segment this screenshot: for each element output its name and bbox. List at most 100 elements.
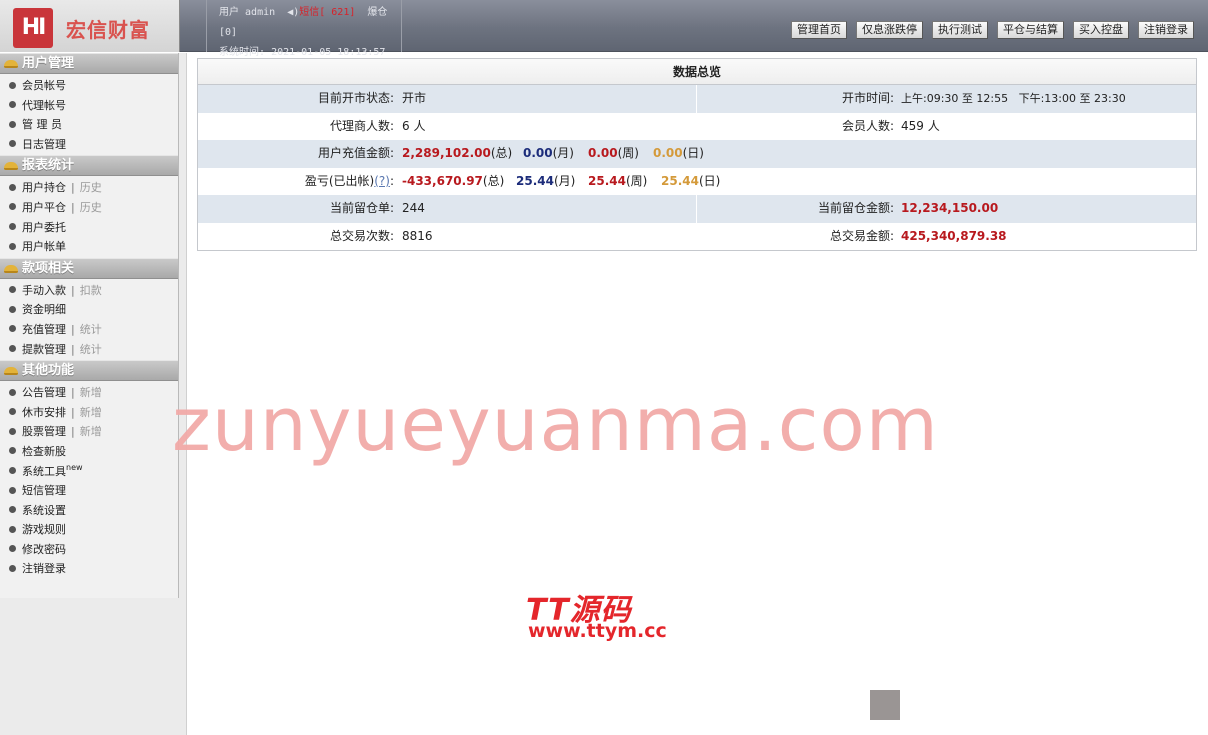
- sms-link[interactable]: 短信[ 621]: [299, 7, 355, 18]
- sidebar-sub-link[interactable]: 历史: [80, 181, 102, 194]
- user-info-panel: 用户 admin ◀)短信[ 621] 爆仓 [0] 系统时间: 2021-01…: [206, 0, 402, 58]
- panel-title: 数据总览: [198, 59, 1196, 85]
- bullet-icon: [9, 325, 16, 333]
- sidebar-nav-item[interactable]: 资金明细: [0, 300, 178, 320]
- sidebar-nav-item[interactable]: 提款管理 | 统计: [0, 340, 178, 360]
- sidebar-nav-item[interactable]: 公告管理 | 新增: [0, 383, 178, 403]
- sidebar: 用户管理 会员帐号 代理帐号管 理 员日志管理 报表统计 用户持仓 | 历史 用户平仓 | 历史用…: [0, 53, 187, 735]
- sidebar-item-label[interactable]: 用户帐单: [22, 240, 66, 253]
- sidebar-nav-item[interactable]: 日志管理: [0, 135, 178, 155]
- sidebar-nav-item[interactable]: 手动入款 | 扣款: [0, 281, 178, 301]
- top-toolbar: 管理首页 仅息涨跌停 执行测试 平仓与结算 买入控盘 注销登录: [791, 21, 1194, 39]
- sidebar-nav-item[interactable]: 游戏规则: [0, 520, 178, 540]
- bullet-icon: [9, 545, 16, 553]
- sidebar-item-label[interactable]: 休市安排: [22, 406, 66, 419]
- sidebar-nav-item[interactable]: 用户委托: [0, 218, 178, 238]
- sidebar-sub-link[interactable]: 统计: [80, 323, 102, 336]
- sidebar-nav-item[interactable]: 用户平仓 | 历史: [0, 198, 178, 218]
- bullet-icon: [9, 506, 16, 514]
- sidebar-item-label[interactable]: 充值管理: [22, 323, 66, 336]
- sidebar-sub-link[interactable]: 统计: [80, 343, 102, 356]
- sidebar-nav-item[interactable]: 代理帐号: [0, 96, 178, 116]
- section-title-label: 款项相关: [22, 260, 75, 276]
- sidebar-item-label[interactable]: 用户委托: [22, 221, 66, 234]
- sidebar-item-label[interactable]: 提款管理: [22, 343, 66, 356]
- sidebar-item-label[interactable]: 公告管理: [22, 386, 66, 399]
- sidebar-nav-item[interactable]: 系统设置: [0, 501, 178, 521]
- sidebar-section-title[interactable]: 款项相关: [0, 257, 178, 279]
- overview-row: 盈亏(已出帐)(?): -433,670.97(总) 25.44(月) 25.4…: [198, 168, 1196, 196]
- bullet-icon: [9, 564, 16, 572]
- pnl-week: 25.44(周): [588, 173, 648, 188]
- sidebar-section-title[interactable]: 报表统计: [0, 155, 178, 177]
- sidebar-item-label[interactable]: 手动入款: [22, 284, 66, 297]
- bullet-icon: [9, 305, 16, 313]
- speaker-icon: ◀): [287, 7, 300, 18]
- sidebar-item-label[interactable]: 管 理 员: [22, 118, 62, 131]
- sidebar-item-label[interactable]: 修改密码: [22, 543, 66, 556]
- sidebar-item-label[interactable]: 检查新股: [22, 445, 66, 458]
- pnl-help-link[interactable]: (?): [374, 174, 390, 188]
- bullet-icon: [9, 140, 16, 148]
- bullet-icon: [9, 447, 16, 455]
- section-icon: [4, 264, 18, 273]
- logout-button[interactable]: 注销登录: [1138, 21, 1194, 39]
- sidebar-nav-item[interactable]: 短信管理: [0, 481, 178, 501]
- admin-home-button[interactable]: 管理首页: [791, 21, 847, 39]
- brand-name: 宏信财富: [66, 18, 150, 42]
- sidebar-sub-link[interactable]: 新增: [80, 406, 102, 419]
- system-time-label: 系统时间:: [219, 47, 266, 58]
- sidebar-nav-item[interactable]: 休市安排 | 新增: [0, 403, 178, 423]
- sidebar-item-label[interactable]: 会员帐号: [22, 79, 66, 92]
- sidebar-nav-item[interactable]: 股票管理 | 新增: [0, 422, 178, 442]
- sidebar-item-label[interactable]: 股票管理: [22, 425, 66, 438]
- trade-amount-label: 总交易金额:: [829, 228, 894, 243]
- liquidation-link[interactable]: 爆仓: [367, 7, 387, 18]
- sidebar-item-label[interactable]: 用户持仓: [22, 181, 66, 194]
- sidebar-nav-item[interactable]: 注销登录: [0, 559, 178, 579]
- bullet-icon: [9, 81, 16, 89]
- bullet-icon: [9, 427, 16, 435]
- sidebar-nav-item[interactable]: 管 理 员: [0, 115, 178, 135]
- overview-row: 目前开市状态: 开市 开市时间: 上午:09:30 至 12:55 下午:13:…: [198, 85, 1196, 113]
- sidebar-item-label[interactable]: 用户平仓: [22, 201, 66, 214]
- buy-control-button[interactable]: 买入控盘: [1073, 21, 1129, 39]
- sidebar-item-label[interactable]: 短信管理: [22, 484, 66, 497]
- sidebar-section-title[interactable]: 用户管理: [0, 53, 178, 74]
- open-time-label: 开市时间:: [841, 91, 894, 105]
- sidebar-item-label[interactable]: 资金明细: [22, 303, 66, 316]
- members-label: 会员人数:: [841, 118, 894, 133]
- positions-label: 当前留仓单:: [329, 201, 394, 215]
- sidebar-nav-item[interactable]: 系统工具new: [0, 462, 178, 482]
- sidebar-sub-link[interactable]: 历史: [80, 201, 102, 214]
- sidebar-item-label[interactable]: 游戏规则: [22, 523, 66, 536]
- close-and-settle-button[interactable]: 平仓与结算: [997, 21, 1064, 39]
- sidebar-sub-link[interactable]: 新增: [80, 386, 102, 399]
- sidebar-section-title[interactable]: 其他功能: [0, 360, 178, 382]
- limit-only-button[interactable]: 仅息涨跌停: [856, 21, 923, 39]
- bullet-icon: [9, 345, 16, 353]
- pnl-total: -433,670.97(总): [402, 173, 505, 188]
- sidebar-item-label[interactable]: 代理帐号: [22, 99, 66, 112]
- sidebar-nav-item[interactable]: 修改密码: [0, 540, 178, 560]
- separator: |: [71, 200, 75, 214]
- sidebar-nav-item[interactable]: 用户持仓 | 历史: [0, 178, 178, 198]
- sidebar-item-label[interactable]: 日志管理: [22, 138, 66, 151]
- sidebar-nav-item[interactable]: 用户帐单: [0, 237, 178, 257]
- agents-label: 代理商人数:: [329, 118, 394, 133]
- section-icon: [4, 367, 18, 376]
- overview-row: 当前留仓单: 244 当前留仓金额: 12,234,150.00: [198, 195, 1196, 223]
- sidebar-sub-link[interactable]: 扣款: [80, 284, 102, 297]
- sidebar-nav-item[interactable]: 会员帐号: [0, 76, 178, 96]
- run-test-button[interactable]: 执行测试: [932, 21, 988, 39]
- bullet-icon: [9, 120, 16, 128]
- sidebar-item-label[interactable]: 系统设置: [22, 504, 66, 517]
- sidebar-nav-item[interactable]: 检查新股: [0, 442, 178, 462]
- sidebar-item-label[interactable]: 系统工具: [22, 465, 66, 478]
- sidebar-sub-link[interactable]: 新增: [80, 425, 102, 438]
- sidebar-nav-list: 手动入款 | 扣款资金明细充值管理 | 统计 提款管理 | 统计: [0, 279, 178, 360]
- sidebar-nav-item[interactable]: 充值管理 | 统计: [0, 320, 178, 340]
- bullet-icon: [9, 101, 16, 109]
- market-status-value: 开市: [402, 91, 427, 105]
- sidebar-item-label[interactable]: 注销登录: [22, 562, 66, 575]
